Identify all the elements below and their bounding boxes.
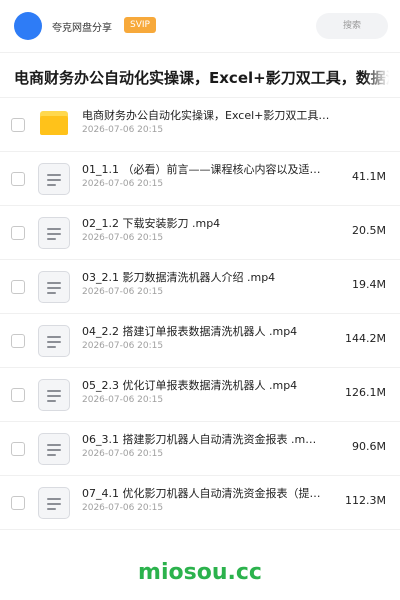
file-row[interactable]: 01_1.1 （必看）前言——课程核心内容以及适合… 2026-07-06 20:… (0, 152, 400, 206)
document-icon (38, 433, 70, 465)
file-size: 126.1M (345, 386, 386, 399)
file-name: 07_4.1 优化影刀机器人自动清洗资金报表（提取… (82, 487, 330, 500)
row-checkbox[interactable] (11, 388, 25, 402)
header: 夸克网盘分享 SVIP 搜索 (0, 0, 400, 52)
row-checkbox[interactable] (11, 280, 25, 294)
file-size: 20.5M (352, 224, 386, 237)
file-name: 电商财务办公自动化实操课，Excel+影刀双工具，… (82, 109, 330, 122)
share-title-bar: 电商财务办公自动化实操课，Excel+影刀双工具，数据清洗 (0, 52, 400, 98)
file-date: 2026-07-06 20:15 (82, 341, 164, 351)
row-checkbox[interactable] (11, 118, 25, 132)
file-size: 19.4M (352, 278, 386, 291)
file-name: 01_1.1 （必看）前言——课程核心内容以及适合… (82, 163, 330, 176)
avatar[interactable] (14, 12, 42, 40)
file-date: 2026-07-06 20:15 (82, 449, 164, 459)
folder-icon (40, 111, 68, 135)
document-icon (38, 325, 70, 357)
document-icon (38, 163, 70, 195)
file-date: 2026-07-06 20:15 (82, 233, 164, 243)
file-date: 2026-07-06 20:15 (82, 503, 164, 513)
file-date: 2026-07-06 20:15 (82, 287, 164, 297)
file-name: 05_2.3 优化订单报表数据清洗机器人 .mp4 (82, 379, 298, 392)
document-icon (38, 217, 70, 249)
file-size: 144.2M (345, 332, 386, 345)
row-checkbox[interactable] (11, 442, 25, 456)
file-size: 90.6M (352, 440, 386, 453)
row-checkbox[interactable] (11, 496, 25, 510)
row-checkbox[interactable] (11, 172, 25, 186)
file-name: 04_2.2 搭建订单报表数据清洗机器人 .mp4 (82, 325, 298, 338)
page-title: 电商财务办公自动化实操课，Excel+影刀双工具，数据清洗 (14, 69, 400, 87)
file-name: 02_1.2 下载安装影刀 .mp4 (82, 217, 221, 230)
title-fade (364, 53, 400, 97)
svip-badge: SVIP (124, 17, 156, 33)
file-date: 2026-07-06 20:15 (82, 125, 164, 135)
file-name: 06_3.1 搭建影刀机器人自动清洗资金报表 .m… (82, 433, 317, 446)
file-row[interactable]: 05_2.3 优化订单报表数据清洗机器人 .mp4 2026-07-06 20:1… (0, 368, 400, 422)
file-row[interactable]: 07_4.1 优化影刀机器人自动清洗资金报表（提取… 2026-07-06 20:… (0, 476, 400, 530)
row-checkbox[interactable] (11, 226, 25, 240)
row-checkbox[interactable] (11, 334, 25, 348)
file-row[interactable]: 02_1.2 下载安装影刀 .mp4 2026-07-06 20:15 20.5M (0, 206, 400, 260)
user-name: 夸克网盘分享 (52, 23, 112, 34)
watermark: miosou.cc (138, 560, 262, 585)
document-icon (38, 379, 70, 411)
file-size: 112.3M (345, 494, 386, 507)
file-size: 41.1M (352, 170, 386, 183)
file-row[interactable]: 04_2.2 搭建订单报表数据清洗机器人 .mp4 2026-07-06 20:1… (0, 314, 400, 368)
search-input[interactable]: 搜索 (316, 13, 388, 39)
file-date: 2026-07-06 20:15 (82, 395, 164, 405)
file-name: 03_2.1 影刀数据清洗机器人介绍 .mp4 (82, 271, 276, 284)
file-row[interactable]: 03_2.1 影刀数据清洗机器人介绍 .mp4 2026-07-06 20:15 1… (0, 260, 400, 314)
document-icon (38, 271, 70, 303)
folder-row[interactable]: 电商财务办公自动化实操课，Excel+影刀双工具，… 2026-07-06 20:… (0, 98, 400, 152)
file-row[interactable]: 06_3.1 搭建影刀机器人自动清洗资金报表 .m… 2026-07-06 20:… (0, 422, 400, 476)
document-icon (38, 487, 70, 519)
file-date: 2026-07-06 20:15 (82, 179, 164, 189)
